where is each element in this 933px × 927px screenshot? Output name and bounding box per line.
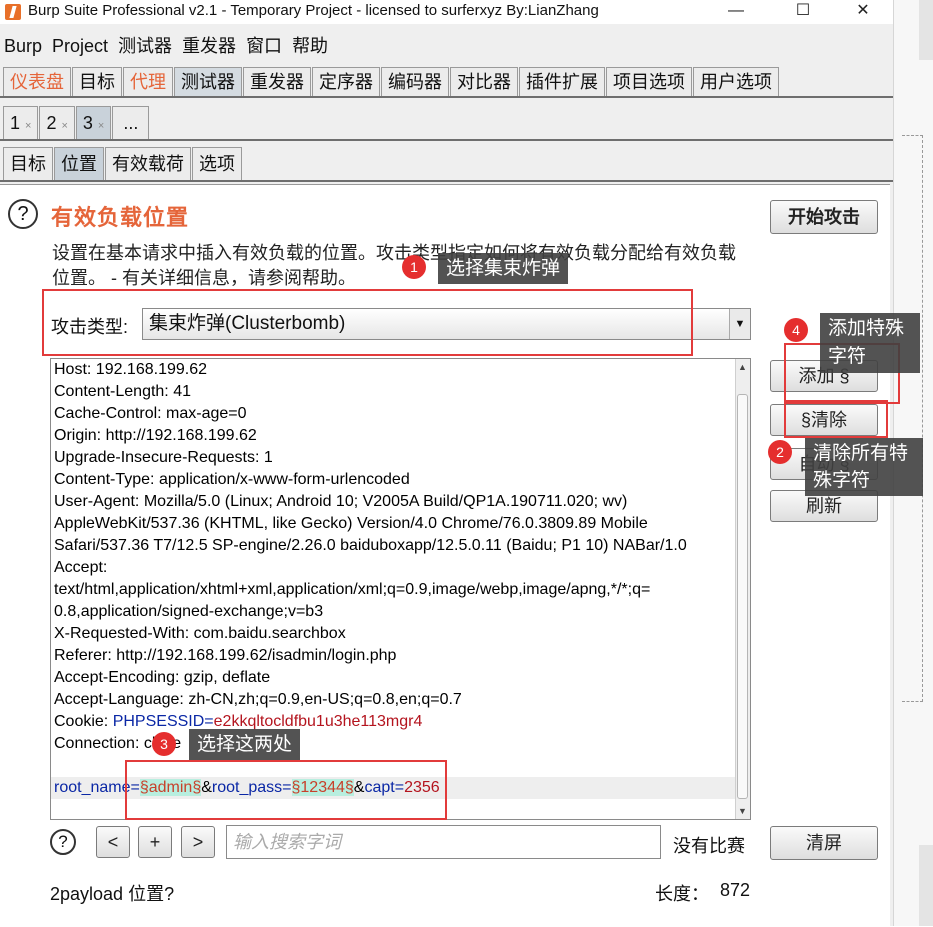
header-line: Accept-Language: zh-CN,zh;q=0.9,en-US;q=…	[54, 691, 462, 708]
tab-target[interactable]: 目标	[72, 67, 122, 96]
match-count: 没有比赛	[673, 836, 745, 856]
annotation-box-clear	[784, 400, 888, 438]
burp-logo-icon	[5, 4, 21, 20]
header-line: Referer: http://192.168.199.62/isadmin/l…	[54, 647, 397, 664]
close-tab-icon[interactable]: ×	[98, 120, 104, 132]
menu-bar: Burp Project 测试器 重发器 窗口 帮助	[4, 32, 338, 58]
menu-intruder[interactable]: 测试器	[118, 36, 172, 56]
title-bar: Burp Suite Professional v2.1 - Temporary…	[0, 0, 893, 24]
tab-intruder[interactable]: 测试器	[174, 67, 242, 96]
search-options-button[interactable]: +	[138, 826, 172, 858]
annotation-tip-3: 选择这两处	[189, 729, 301, 760]
dropdown-arrow-icon[interactable]: ▼	[729, 309, 750, 339]
menu-repeater[interactable]: 重发器	[182, 36, 236, 56]
scroll-thumb[interactable]	[737, 394, 748, 799]
attack-tab-1[interactable]: 1 ×	[3, 106, 39, 139]
subtab-payloads[interactable]: 有效载荷	[105, 147, 191, 180]
maximize-icon[interactable]: ☐	[780, 0, 826, 24]
tab-repeater[interactable]: 重发器	[243, 67, 311, 96]
subtab-divider	[0, 180, 893, 182]
subtab-options[interactable]: 选项	[192, 147, 242, 180]
header-line: Host: 192.168.199.62	[54, 361, 208, 378]
menu-project[interactable]: Project	[52, 36, 108, 56]
header-line: Origin: http://192.168.199.62	[54, 427, 257, 444]
main-tabs: 仪表盘 目标 代理 测试器 重发器 定序器 编码器 对比器 插件扩展 项目选项 …	[3, 67, 780, 96]
tab-user-options[interactable]: 用户选项	[693, 67, 779, 96]
help-icon[interactable]: ?	[8, 199, 38, 229]
length-value: 872	[720, 880, 751, 900]
attack-tab-2[interactable]: 2 ×	[39, 106, 75, 139]
scroll-up-icon[interactable]: ▲	[738, 362, 747, 372]
search-next-button[interactable]: >	[181, 826, 215, 858]
close-icon[interactable]: ✕	[840, 0, 886, 24]
header-line: Cache-Control: max-age=0	[54, 405, 247, 422]
subtab-positions[interactable]: 位置	[54, 147, 104, 180]
minimize-icon[interactable]: —	[713, 0, 759, 24]
attack-tab-3[interactable]: 3 ×	[75, 106, 112, 139]
attack-tab-divider	[0, 139, 893, 141]
close-tab-icon[interactable]: ×	[61, 120, 67, 132]
close-tab-icon[interactable]: ×	[25, 120, 31, 132]
header-line: text/html,application/xhtml+xml,applicat…	[54, 581, 651, 598]
annotation-badge-1: 1	[402, 255, 426, 279]
tab-comparer[interactable]: 对比器	[450, 67, 518, 96]
annotation-badge-3: 3	[152, 732, 176, 756]
search-help-icon[interactable]: ?	[50, 829, 76, 855]
menu-burp[interactable]: Burp	[4, 36, 42, 56]
tab-proxy[interactable]: 代理	[123, 67, 173, 96]
header-line: Content-Type: application/x-www-form-url…	[54, 471, 410, 488]
header-line: 0.8,application/signed-exchange;v=b3	[54, 603, 324, 620]
menu-help[interactable]: 帮助	[292, 36, 328, 56]
annotation-tip-4: 添加特殊字符	[820, 313, 920, 373]
annotation-badge-4: 4	[784, 318, 808, 342]
header-line: Safari/537.36 T7/12.5 SP-engine/2.26.0 b…	[54, 537, 687, 554]
subtab-target[interactable]: 目标	[3, 147, 53, 180]
annotation-tip-1: 选择集束炸弹	[438, 253, 569, 284]
header-line: Content-Length: 41	[54, 383, 191, 400]
attack-tabs: 1 × 2 × 3 × ...	[3, 106, 150, 139]
header-line: X-Requested-With: com.baidu.searchbox	[54, 625, 346, 642]
tab-dashboard[interactable]: 仪表盘	[3, 67, 71, 96]
length-label: 长度：	[655, 884, 709, 904]
clear-screen-button[interactable]: 清屏	[770, 826, 878, 860]
window-title: Burp Suite Professional v2.1 - Temporary…	[28, 2, 599, 19]
editor-scrollbar[interactable]: ▲ ▼	[735, 359, 750, 819]
annotation-box-attack-type	[42, 289, 693, 356]
annotation-tip-2: 清除所有特殊字符	[805, 438, 923, 496]
tab-sequencer[interactable]: 定序器	[312, 67, 380, 96]
scroll-down-icon[interactable]: ▼	[738, 806, 747, 816]
search-prev-button[interactable]: <	[96, 826, 130, 858]
search-input[interactable]	[226, 825, 661, 859]
tab-project-options[interactable]: 项目选项	[606, 67, 692, 96]
attack-tab-more[interactable]: ...	[112, 106, 150, 139]
page-title: 有效负载位置	[51, 205, 190, 230]
payload-positions-status: 2payload 位置?	[50, 884, 175, 904]
header-line: AppleWebKit/537.36 (KHTML, like Gecko) V…	[54, 515, 648, 532]
start-attack-button[interactable]: 开始攻击	[770, 200, 878, 234]
tab-decoder[interactable]: 编码器	[381, 67, 449, 96]
annotation-badge-2: 2	[768, 440, 792, 464]
header-line: Upgrade-Insecure-Requests: 1	[54, 449, 273, 466]
header-line: Accept-Encoding: gzip, deflate	[54, 669, 271, 686]
header-line: User-Agent: Mozilla/5.0 (Linux; Android …	[54, 493, 628, 510]
tab-extender[interactable]: 插件扩展	[519, 67, 605, 96]
annotation-box-payloads	[125, 760, 447, 820]
sub-tabs: 目标 位置 有效载荷 选项	[3, 147, 243, 180]
tab-divider	[0, 96, 893, 98]
header-line: Accept:	[54, 559, 108, 576]
menu-window[interactable]: 窗口	[246, 36, 282, 56]
